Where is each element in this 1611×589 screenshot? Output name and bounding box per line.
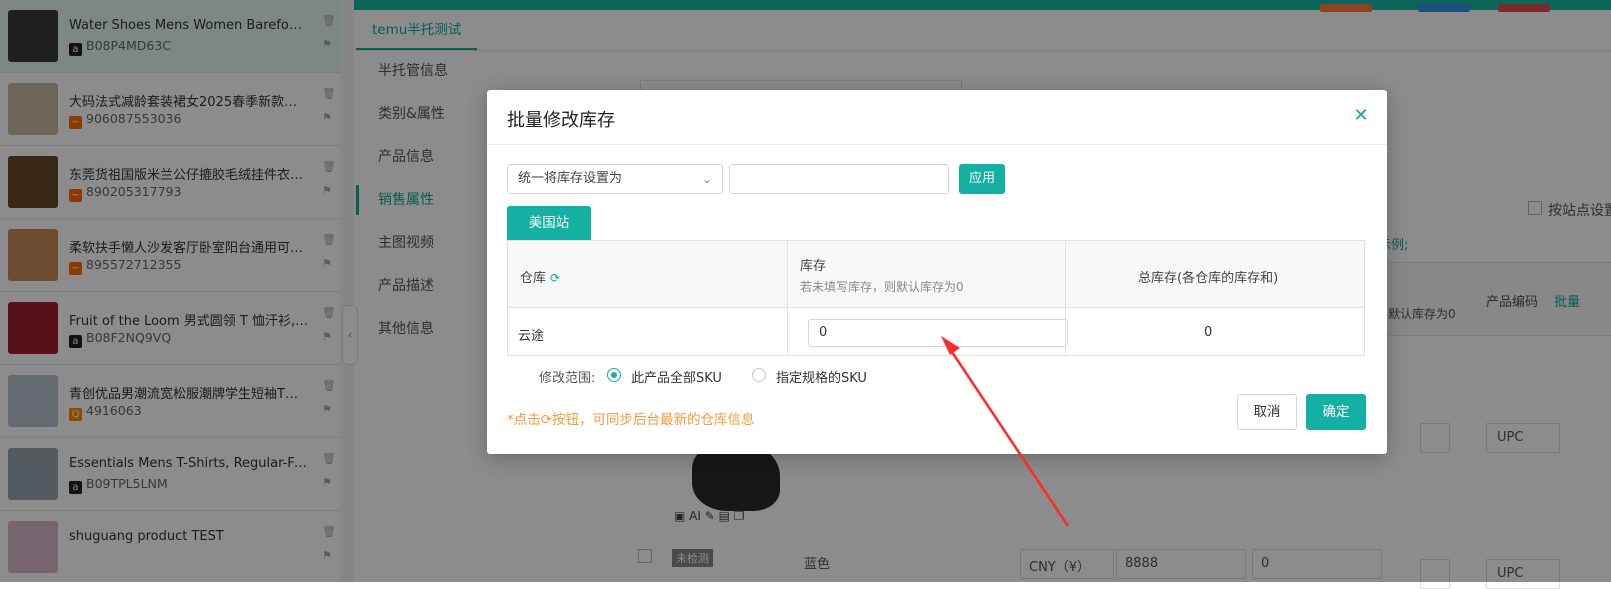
close-icon[interactable]: ✕ <box>1353 107 1369 125</box>
apply-button[interactable]: 应用 <box>959 164 1005 194</box>
cancel-button[interactable]: 取消 <box>1237 394 1297 430</box>
refresh-icon[interactable]: ⟳ <box>550 271 560 285</box>
sync-hint: *点击⟳按钮，可同步后台最新的仓库信息 <box>507 412 755 428</box>
warehouse-header-label: 仓库 <box>520 271 547 286</box>
scope-specified-radio[interactable] <box>752 368 766 382</box>
scope-all-radio[interactable] <box>607 368 621 382</box>
warehouse-name: 云途 <box>518 329 545 344</box>
bulk-mode-value: 统一将库存设置为 <box>518 171 623 186</box>
chevron-down-icon: ⌄ <box>701 172 712 186</box>
bulk-value-input[interactable] <box>729 164 949 194</box>
scope-label: 修改范围: <box>539 371 596 386</box>
stock-header: 库存 <box>800 259 827 274</box>
confirm-button[interactable]: 确定 <box>1306 394 1366 430</box>
stock-header-hint: 若未填写库存，则默认库存为0 <box>800 280 964 294</box>
warehouse-table: 仓库 ⟳ 库存 若未填写库存，则默认库存为0 总库存(各仓库的库存和) 云途 0 … <box>507 240 1365 356</box>
scope-specified-label[interactable]: 指定规格的SKU <box>776 367 867 386</box>
modal-title: 批量修改库存 <box>507 110 615 131</box>
tab-us-site[interactable]: 美国站 <box>507 206 591 240</box>
total-stock-value: 0 <box>1204 325 1213 340</box>
modal-header: 批量修改库存 ✕ <box>487 90 1387 145</box>
total-stock-header: 总库存(各仓库的库存和) <box>1138 271 1279 286</box>
bulk-mode-select[interactable]: 统一将库存设置为 ⌄ <box>507 164 723 194</box>
stock-input[interactable]: 0 <box>808 319 1068 347</box>
scope-all-label[interactable]: 此产品全部SKU <box>631 367 722 386</box>
warehouse-header: 仓库 ⟳ <box>520 267 560 286</box>
bulk-stock-modal: 批量修改库存 ✕ 统一将库存设置为 ⌄ 应用 美国站 仓库 ⟳ 库存 若未填写库存… <box>487 90 1387 454</box>
